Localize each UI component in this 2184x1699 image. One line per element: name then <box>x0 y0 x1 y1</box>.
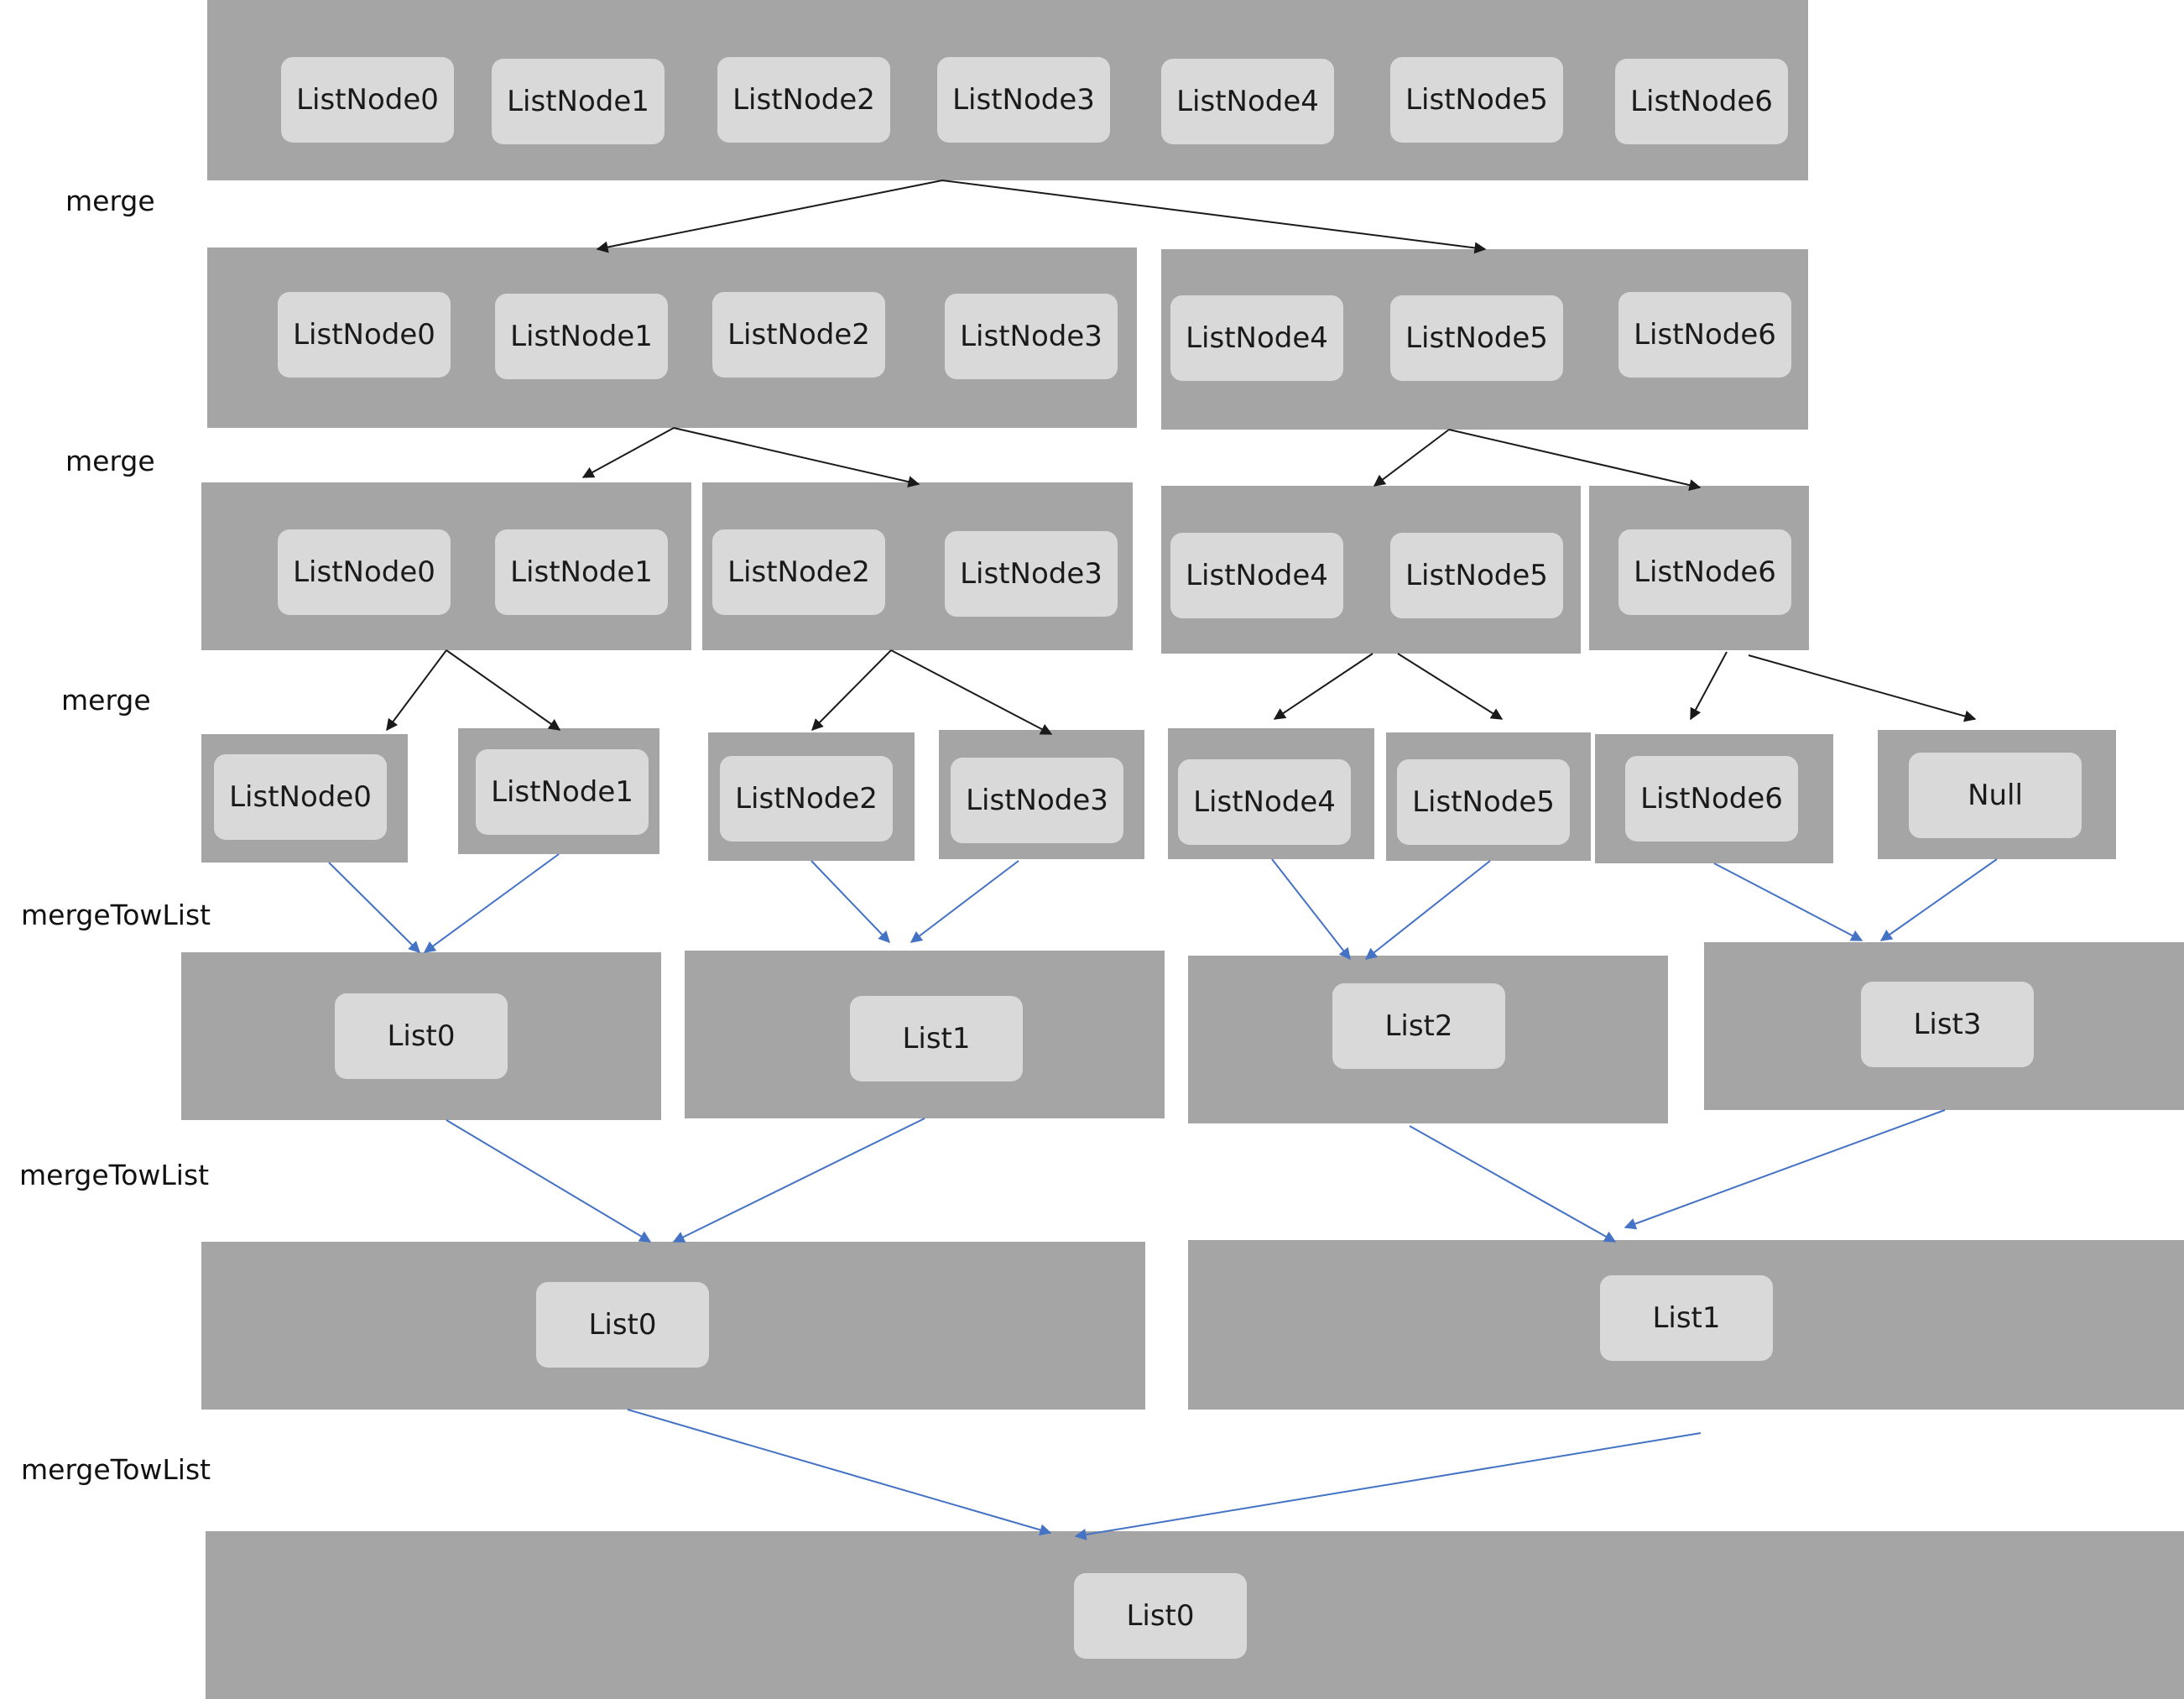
merge-arrows-1 <box>581 427 1702 491</box>
mergetowlist-arrows-2 <box>627 1409 1702 1540</box>
merge-arrows-0 <box>596 180 1487 254</box>
mergetowlist-arrows-0 <box>328 853 1998 961</box>
merge-arrows-2 <box>386 649 1977 735</box>
mergetowlist-arrows-1 <box>446 1109 1946 1243</box>
edges-layer <box>328 180 1998 1540</box>
